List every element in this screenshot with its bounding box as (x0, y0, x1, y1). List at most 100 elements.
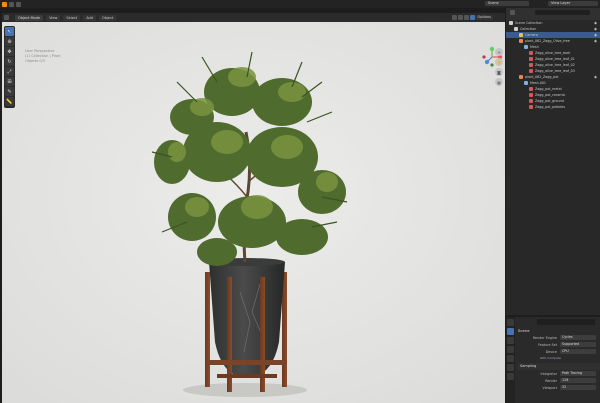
editor-type-icon[interactable] (9, 1, 14, 7)
outliner-item-icon (509, 21, 513, 25)
zoom-icon[interactable]: + (495, 48, 503, 56)
measure-icon[interactable]: 📏 (5, 97, 14, 106)
scale-icon[interactable]: ⤢ (5, 67, 14, 76)
viewport-samples-row: Viewport 32 (518, 384, 600, 391)
integrator-select[interactable]: Path Tracing (560, 371, 596, 376)
workspace-icon[interactable] (16, 1, 21, 7)
top-bar: Scene View Layer (0, 0, 600, 8)
rendered-plant-scene (2, 22, 505, 403)
options-button[interactable]: Options (475, 15, 493, 20)
mode-select[interactable]: Object Mode (15, 14, 44, 21)
view-layer-selector[interactable]: View Layer (548, 1, 598, 6)
integrator-row: Integrator Path Tracing (518, 370, 600, 377)
output-tab-icon[interactable] (507, 337, 514, 344)
outliner-item-label: Zagg_olive_tree_leaf_03 (535, 69, 575, 73)
wireframe-shading-icon[interactable] (452, 15, 457, 20)
pan-hand-icon[interactable]: ✋ (495, 58, 503, 66)
render-tab-icon[interactable] (507, 328, 514, 335)
menu-view[interactable]: View (46, 14, 61, 21)
field-label: Render Engine (532, 335, 557, 340)
outliner-item-label: Mesh (530, 45, 539, 49)
outliner-item-icon (529, 93, 533, 97)
annotate-icon[interactable]: ✎ (5, 87, 14, 96)
overlay-line: Objects 0/3 (25, 59, 45, 63)
render-engine-row: Render Engine Cycles (518, 334, 600, 341)
visibility-eye-icon[interactable]: ◉ (594, 27, 597, 31)
outliner-item-label: Scene Collection (515, 21, 543, 25)
properties-body: Scene Render Engine Cycles Feature Set S… (518, 328, 600, 391)
render-samples-field[interactable]: 128 (560, 378, 596, 383)
outliner-item-icon (529, 51, 533, 55)
menu-object[interactable]: Object (98, 14, 117, 21)
outliner-item-icon (529, 105, 533, 109)
outliner-item-label: Zagg_olive_tree_leaf_02 (535, 63, 575, 67)
properties-panel: Scene Render Engine Cycles Feature Set S… (506, 317, 600, 403)
gizmo-y-axis[interactable] (489, 46, 495, 52)
viewport-samples-field[interactable]: 32 (560, 385, 596, 390)
feature-set-select[interactable]: Supported (560, 342, 596, 347)
field-label: Render (545, 378, 557, 383)
device-note: GPU Compute (540, 356, 561, 360)
outliner-item-icon (524, 81, 528, 85)
outliner-panel: Scene Collection ◉ Collection ◉ Camera ◉ plant… (506, 8, 600, 315)
field-label: Viewport (542, 385, 557, 390)
outliner-item-icon (519, 39, 523, 43)
outliner-item-icon (519, 33, 523, 37)
feature-set-row: Feature Set Supported (518, 341, 600, 348)
visibility-eye-icon[interactable]: ◉ (594, 39, 597, 43)
outliner-search-input[interactable] (535, 10, 590, 15)
outliner-item-label: Zagg_olive_tree_bark (535, 51, 571, 55)
menu-add[interactable]: Add (83, 14, 96, 21)
editor-type-icon[interactable] (4, 15, 9, 20)
select-box-icon[interactable]: ↖ (5, 27, 14, 36)
scene-tab-icon[interactable] (507, 355, 514, 362)
outliner-row[interactable]: Zagg_pot_pebbles (506, 104, 600, 110)
material-shading-icon[interactable] (464, 15, 469, 20)
outliner-item-label: Mesh.001 (530, 81, 547, 85)
world-tab-icon[interactable] (507, 364, 514, 371)
display-mode-icon[interactable] (510, 10, 515, 15)
outliner-item-icon (529, 99, 533, 103)
outliner-item-label: Collection (520, 27, 537, 31)
field-label: Device (545, 349, 557, 354)
camera-view-icon[interactable]: ◙ (495, 68, 503, 76)
perspective-toggle-icon[interactable]: ▦ (495, 78, 503, 86)
outliner-header (506, 8, 600, 20)
move-icon[interactable]: ✥ (5, 47, 14, 56)
device-row: Device CPU (518, 348, 600, 355)
gizmo-z-axis[interactable] (484, 59, 490, 65)
outliner-item-icon (519, 75, 523, 79)
rotate-icon[interactable]: ↻ (5, 57, 14, 66)
outliner-item-icon (529, 57, 533, 61)
properties-search-input[interactable] (537, 319, 595, 325)
viewport-overlay-text: User Perspective (1) Collection | Plant … (25, 49, 61, 64)
object-tab-icon[interactable] (507, 373, 514, 380)
outliner-item-label: Zagg_pot_ceramic (535, 93, 566, 97)
blender-logo-icon[interactable] (2, 1, 7, 7)
solid-shading-icon[interactable] (458, 15, 463, 20)
device-select[interactable]: CPU (560, 349, 596, 354)
menu-select[interactable]: Select (63, 14, 81, 21)
field-label: Feature Set (538, 342, 557, 347)
rendered-shading-icon[interactable] (470, 15, 475, 20)
outliner-item-icon (529, 87, 533, 91)
tool-tab-icon[interactable] (507, 319, 514, 326)
outliner-item-label: Zagg_pot_ground (535, 99, 564, 103)
3d-viewport[interactable]: User Perspective (1) Collection | Plant … (2, 22, 505, 403)
outliner-tree: Scene Collection ◉ Collection ◉ Camera ◉ plant… (506, 20, 600, 110)
transform-icon[interactable]: ⊞ (5, 77, 14, 86)
visibility-eye-icon[interactable]: ◉ (594, 21, 597, 25)
scene-selector[interactable]: Scene (485, 1, 529, 6)
view-layer-tab-icon[interactable] (507, 346, 514, 353)
render-engine-select[interactable]: Cycles (560, 335, 596, 340)
visibility-eye-icon[interactable]: ◉ (594, 33, 597, 37)
cursor-icon[interactable]: ⊕ (5, 37, 14, 46)
outliner-item-label: Camera (525, 33, 538, 37)
visibility-eye-icon[interactable]: ◉ (594, 75, 597, 79)
tool-shelf: ↖ ⊕ ✥ ↻ ⤢ ⊞ ✎ 📏 (4, 26, 15, 108)
viewport-header: Object Mode View Select Add Object Optio… (2, 13, 505, 22)
outliner-item-label: Zagg_pot_metal (535, 87, 562, 91)
sampling-section-header[interactable]: Sampling (518, 363, 600, 370)
outliner-item-label: Zagg_pot_pebbles (535, 105, 566, 109)
outliner-item-label: plant_062_Zagg_Olive_tree (525, 39, 570, 43)
